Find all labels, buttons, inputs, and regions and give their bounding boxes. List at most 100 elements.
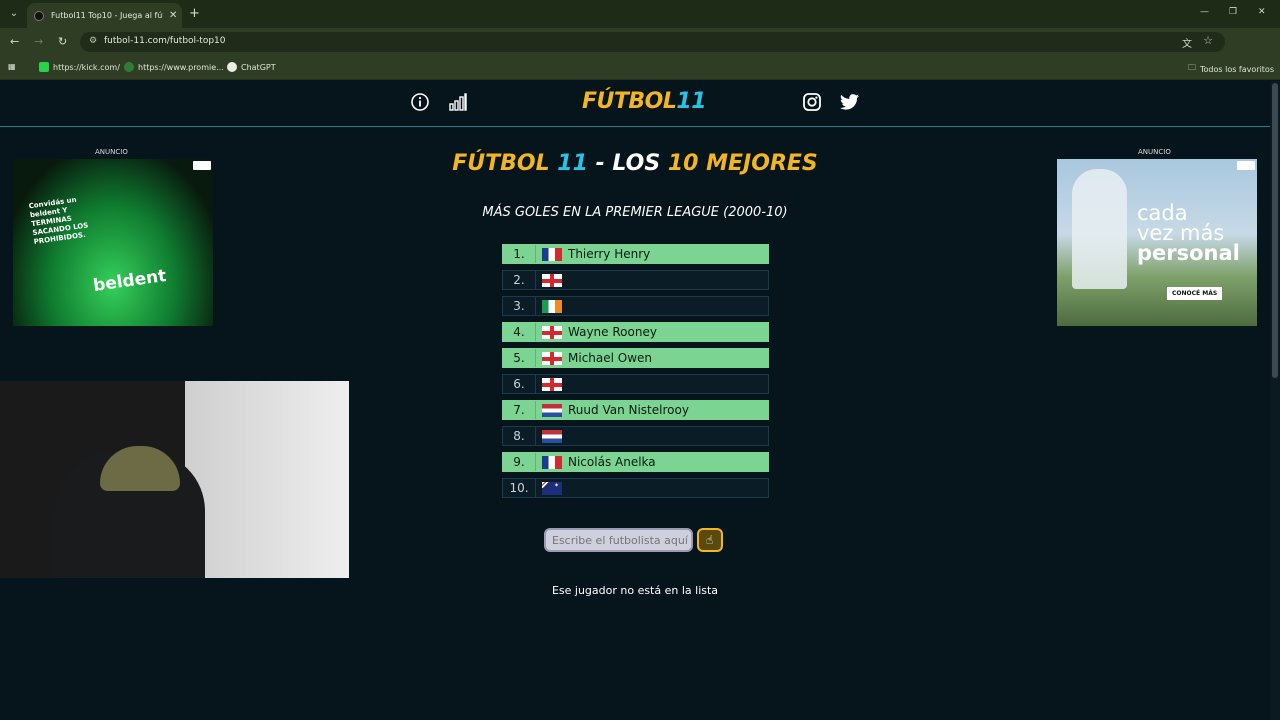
title-word: FÚTBOL xyxy=(452,151,550,176)
top10-list: 1. Thierry Henry 2. 3. 4. Wayne Rooney 5. Micha… xyxy=(502,244,769,504)
list-row: 9. Nicolás Anelka xyxy=(502,452,769,472)
rank-number: 6. xyxy=(503,375,536,393)
ireland-flag-icon xyxy=(542,300,562,313)
apps-grid-icon[interactable]: ▦ xyxy=(8,62,16,71)
new-tab-icon[interactable]: + xyxy=(189,6,200,21)
chatgpt-icon xyxy=(227,62,237,72)
site-header: FÚTBOL11 xyxy=(0,81,1270,127)
bookmark-kick[interactable]: https://kick.com/ xyxy=(39,62,120,72)
logo-text: FÚTBOL xyxy=(582,89,677,114)
list-row: 4. Wayne Rooney xyxy=(502,322,769,342)
page: FÚTBOL11 FÚTBOL 11 - LOS 10 MEJORES MÁS … xyxy=(0,81,1270,720)
instagram-icon[interactable] xyxy=(803,93,821,111)
ad-label: ANUNCIO xyxy=(1138,148,1171,156)
site-info-icon[interactable]: ⚙ xyxy=(89,36,97,46)
bookmark-label: Todos los favoritos xyxy=(1200,64,1274,74)
tab-close-icon[interactable]: ✕ xyxy=(169,10,177,21)
ad-label: ANUNCIO xyxy=(95,148,128,156)
player-search-input[interactable] xyxy=(544,528,693,552)
rank-number: 5. xyxy=(503,349,536,367)
all-bookmarks-folder[interactable]: 🗀 Todos los favoritos xyxy=(1188,62,1274,76)
netherlands-flag-icon xyxy=(542,430,562,443)
folder-icon: 🗀 xyxy=(1188,63,1196,72)
rank-number: 8. xyxy=(503,427,536,445)
omnibox[interactable]: ⚙ futbol-11.com/futbol-top10 文 ☆ xyxy=(80,32,1225,52)
bookmark-promiedos[interactable]: https://www.promie... xyxy=(124,62,224,72)
ad-choices-icon[interactable] xyxy=(193,161,211,170)
ad-line3: personal xyxy=(1137,241,1240,265)
ad-brand: beldent xyxy=(91,265,168,297)
address-bar-row: ← → ↻ ⚙ futbol-11.com/futbol-top10 文 ☆ ⋮ xyxy=(0,28,1280,75)
page-scrollbar[interactable] xyxy=(1270,81,1280,720)
england-flag-icon xyxy=(542,352,562,365)
minimize-icon[interactable]: — xyxy=(1200,7,1209,17)
list-row: 10. xyxy=(502,478,769,498)
bookmarks-bar: ▦ https://kick.com/ https://www.promie..… xyxy=(0,56,1280,80)
forward-icon[interactable]: → xyxy=(34,35,43,48)
rank-number: 2. xyxy=(503,271,536,289)
england-flag-icon xyxy=(542,326,562,339)
ad-left-beldent[interactable]: Convidás un beldent Y TERMINAS SACANDO L… xyxy=(13,159,213,326)
netherlands-flag-icon xyxy=(542,404,562,417)
ad-person-image xyxy=(1072,169,1127,289)
tab-favicon-icon xyxy=(34,10,44,21)
bookmark-star-icon[interactable]: ☆ xyxy=(1203,34,1213,47)
browser-tabbar: ⌄ Futbol11 Top10 - Juega al fútbo ✕ + — … xyxy=(0,0,1280,28)
stats-icon[interactable] xyxy=(449,93,467,111)
scrollbar-thumb[interactable] xyxy=(1272,83,1278,378)
site-logo[interactable]: FÚTBOL11 xyxy=(582,89,707,114)
ad-right-personal[interactable]: cada vez más personal CONOCÉ MÁS xyxy=(1057,159,1257,326)
kick-icon xyxy=(39,62,49,72)
list-row: 1. Thierry Henry xyxy=(502,244,769,264)
australia-flag-icon xyxy=(542,482,562,495)
title-word: MEJORES xyxy=(706,151,818,176)
feedback-message: Ese jugador no está en la lista xyxy=(551,584,719,597)
player-name: Nicolás Anelka xyxy=(568,455,656,469)
rank-number: 7. xyxy=(503,401,536,419)
hand-cursor-icon: ☝ xyxy=(706,533,714,547)
url-text: futbol-11.com/futbol-top10 xyxy=(104,36,226,46)
twitter-icon[interactable] xyxy=(840,94,859,110)
logo-number: 11 xyxy=(676,89,707,114)
bookmark-label: https://www.promie... xyxy=(138,62,224,72)
title-word: - LOS xyxy=(595,151,661,176)
restore-icon[interactable]: ❐ xyxy=(1229,7,1237,17)
rank-number: 10. xyxy=(503,479,536,497)
rank-number: 1. xyxy=(503,245,536,263)
bookmark-label: https://kick.com/ xyxy=(53,62,120,72)
france-flag-icon xyxy=(542,248,562,261)
list-row: 8. xyxy=(502,426,769,446)
title-number: 11 xyxy=(557,151,588,176)
england-flag-icon xyxy=(542,378,562,391)
list-row: 3. xyxy=(502,296,769,316)
webcam-overlay xyxy=(0,381,349,578)
england-flag-icon xyxy=(542,274,562,287)
promiedos-icon xyxy=(124,62,134,72)
bookmark-label: ChatGPT xyxy=(241,62,276,72)
info-icon[interactable] xyxy=(411,93,429,111)
translate-icon[interactable]: 文 xyxy=(1182,35,1192,50)
browser-tab[interactable]: Futbol11 Top10 - Juega al fútbo ✕ xyxy=(27,3,182,28)
list-row: 7. Ruud Van Nistelrooy xyxy=(502,400,769,420)
list-row: 5. Michael Owen xyxy=(502,348,769,368)
player-name: Wayne Rooney xyxy=(568,325,657,339)
rank-number: 9. xyxy=(503,453,536,471)
rank-number: 4. xyxy=(503,323,536,341)
list-row: 6. xyxy=(502,374,769,394)
reload-icon[interactable]: ↻ xyxy=(58,35,67,48)
tab-search-icon[interactable]: ⌄ xyxy=(6,6,22,22)
list-row: 2. xyxy=(502,270,769,290)
player-name: Ruud Van Nistelrooy xyxy=(568,403,689,417)
ad-cta-button[interactable]: CONOCÉ MÁS xyxy=(1167,287,1223,300)
title-number: 10 xyxy=(667,151,699,176)
ad-choices-icon[interactable] xyxy=(1237,161,1255,170)
back-icon[interactable]: ← xyxy=(10,35,19,48)
close-window-icon[interactable]: ✕ xyxy=(1258,7,1266,17)
ad-tagline: Convidás un beldent Y TERMINAS SACANDO L… xyxy=(28,195,89,247)
tab-title: Futbol11 Top10 - Juega al fútbo xyxy=(51,11,163,20)
france-flag-icon xyxy=(542,456,562,469)
rank-number: 3. xyxy=(503,297,536,315)
player-name: Thierry Henry xyxy=(568,247,651,261)
bookmark-chatgpt[interactable]: ChatGPT xyxy=(227,62,276,72)
player-name: Michael Owen xyxy=(568,351,653,365)
